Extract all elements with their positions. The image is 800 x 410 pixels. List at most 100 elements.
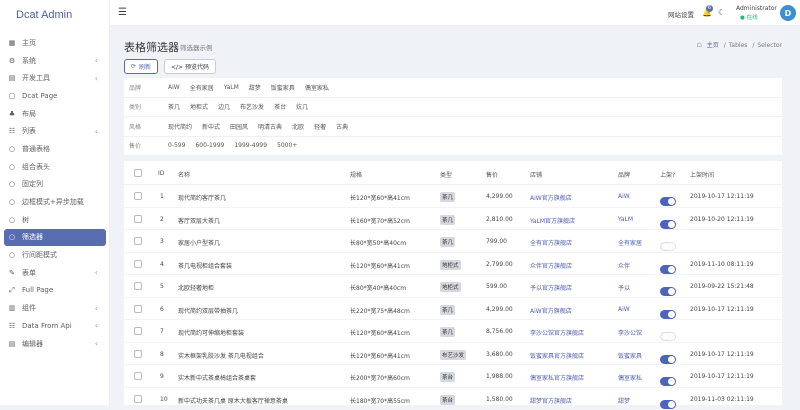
on-sale-toggle[interactable] bbox=[660, 220, 676, 229]
row-checkbox[interactable] bbox=[134, 327, 142, 335]
site-settings-link[interactable]: 网站设置 bbox=[668, 9, 694, 19]
breadcrumb-tables[interactable]: Tables bbox=[729, 42, 748, 49]
sidebar-item-9[interactable]: ○边框模式+异步加载 bbox=[0, 193, 110, 211]
col-spec: 规格 bbox=[350, 170, 362, 179]
cell-brand[interactable]: 全有家居 bbox=[618, 238, 642, 247]
cell-name: 现代简约双层带抽茶几 bbox=[178, 306, 238, 315]
cell-brand[interactable]: AiW bbox=[618, 193, 630, 200]
cell-shop[interactable]: 饭蜜家具官方旗舰店 bbox=[530, 351, 584, 360]
sidebar-item-4[interactable]: ♣布局 bbox=[0, 105, 110, 123]
sidebar-item-0[interactable]: ▦主页 bbox=[0, 34, 110, 52]
refresh-button[interactable]: ⟳刷新 bbox=[124, 59, 158, 74]
sidebar-item-6[interactable]: ○普通表格 bbox=[0, 140, 110, 158]
cell-shop[interactable]: 李沙公馆官方旗舰店 bbox=[530, 328, 584, 337]
cell-shop[interactable]: 予以官方旗舰店 bbox=[530, 283, 572, 292]
row-checkbox[interactable] bbox=[134, 215, 142, 223]
col-id[interactable]: ID bbox=[158, 170, 164, 177]
app-logo[interactable]: Dcat Admin bbox=[0, 0, 109, 30]
on-sale-toggle[interactable] bbox=[660, 310, 676, 319]
sidebar-item-2[interactable]: ▤开发工具‹ bbox=[0, 69, 110, 87]
on-sale-toggle[interactable] bbox=[660, 287, 676, 296]
filter-option[interactable]: 明清古典 bbox=[258, 122, 282, 131]
cell-brand[interactable]: YaLM bbox=[618, 216, 633, 223]
cell-brand[interactable]: 众伴 bbox=[618, 261, 630, 270]
filter-option[interactable]: 布艺沙发 bbox=[240, 102, 264, 111]
on-sale-toggle[interactable] bbox=[660, 355, 676, 364]
filter-option[interactable]: 炕几 bbox=[296, 102, 308, 111]
filter-option[interactable]: 边几 bbox=[218, 102, 230, 111]
filter-option[interactable]: 1999-4999 bbox=[234, 142, 267, 149]
filter-option[interactable]: YaLM bbox=[224, 84, 239, 91]
sidebar-item-16[interactable]: ☷Data From Api‹ bbox=[0, 317, 110, 335]
row-checkbox[interactable] bbox=[134, 260, 142, 268]
filter-option[interactable]: 全有家居 bbox=[190, 83, 214, 92]
sidebar-item-15[interactable]: ▥组件‹ bbox=[0, 299, 110, 317]
cell-brand[interactable]: 予以 bbox=[618, 283, 630, 292]
on-sale-toggle[interactable] bbox=[660, 242, 676, 251]
row-checkbox[interactable] bbox=[134, 350, 142, 358]
cell-brand[interactable]: 甜梦 bbox=[618, 396, 630, 405]
row-checkbox[interactable] bbox=[134, 372, 142, 380]
filter-option[interactable]: 古典 bbox=[336, 122, 348, 131]
cell-shop[interactable]: 众伴官方旗舰店 bbox=[530, 261, 572, 270]
sidebar-item-7[interactable]: ○组合表头 bbox=[0, 158, 110, 176]
filter-option[interactable]: 地柜式 bbox=[190, 102, 208, 111]
cell-shop[interactable]: 甜梦官方旗舰店 bbox=[530, 396, 572, 405]
filter-option[interactable]: 甜梦 bbox=[249, 83, 261, 92]
filter-label: 类别 bbox=[124, 102, 158, 111]
sidebar-item-12[interactable]: ○行间距模式 bbox=[0, 246, 110, 264]
cell-brand[interactable]: 偶室家私 bbox=[618, 373, 642, 382]
col-price[interactable]: 售价 bbox=[486, 170, 498, 179]
preview-code-button[interactable]: </> 预览代码 bbox=[164, 59, 216, 74]
cell-type-badge: 茶台 bbox=[440, 372, 455, 382]
filter-option[interactable]: 新中式 bbox=[202, 122, 220, 131]
row-checkbox[interactable] bbox=[134, 237, 142, 245]
cell-shop[interactable]: 偶室家私官方旗舰店 bbox=[530, 373, 584, 382]
cell-brand[interactable]: 饭蜜家具 bbox=[618, 351, 642, 360]
filter-option[interactable]: 现代简约 bbox=[168, 122, 192, 131]
on-sale-toggle[interactable] bbox=[660, 400, 676, 409]
sidebar-item-3[interactable]: ▢Dcat Page bbox=[0, 87, 110, 105]
filter-option[interactable]: 北欧 bbox=[292, 122, 304, 131]
filter-option[interactable]: 田园风 bbox=[230, 122, 248, 131]
avatar[interactable]: D bbox=[780, 5, 796, 21]
filter-option[interactable]: 5000+ bbox=[277, 142, 297, 149]
on-sale-toggle[interactable] bbox=[660, 332, 676, 341]
row-checkbox[interactable] bbox=[134, 282, 142, 290]
cell-shop[interactable]: AiW官方旗舰店 bbox=[530, 306, 572, 315]
user-name[interactable]: Administrator bbox=[736, 5, 777, 12]
row-checkbox[interactable] bbox=[134, 192, 142, 200]
menu-toggle-icon[interactable]: ☰ bbox=[118, 7, 127, 18]
sidebar-item-17[interactable]: ▤编辑器‹ bbox=[0, 335, 110, 353]
on-sale-toggle[interactable] bbox=[660, 197, 676, 206]
cell-id: 9 bbox=[160, 373, 164, 380]
sidebar-item-13[interactable]: ✎表单‹ bbox=[0, 264, 110, 282]
row-checkbox[interactable] bbox=[134, 395, 142, 403]
cell-brand[interactable]: 李沙公馆 bbox=[618, 328, 642, 337]
on-sale-toggle[interactable] bbox=[660, 377, 676, 386]
filter-option[interactable]: 600-1999 bbox=[195, 142, 224, 149]
filter-option[interactable]: 轻奢 bbox=[314, 122, 326, 131]
row-checkbox[interactable] bbox=[134, 305, 142, 313]
filter-option[interactable]: 饭蜜家具 bbox=[271, 83, 295, 92]
sidebar-item-14[interactable]: ⤢Full Page bbox=[0, 282, 110, 300]
filter-option[interactable]: 偶室家私 bbox=[305, 83, 329, 92]
sidebar-item-11[interactable]: ○筛选器 bbox=[4, 229, 106, 247]
dark-mode-icon[interactable]: ☾ bbox=[718, 8, 725, 17]
select-all-checkbox[interactable] bbox=[134, 169, 142, 177]
sidebar-item-5[interactable]: ☷列表‹ bbox=[0, 122, 110, 140]
filter-option[interactable]: 茶台 bbox=[274, 102, 286, 111]
sidebar-item-1[interactable]: ⚙系统‹ bbox=[0, 52, 110, 70]
cell-brand[interactable]: AiW bbox=[618, 306, 630, 313]
filter-option[interactable]: 0-599 bbox=[168, 142, 185, 149]
sidebar-item-10[interactable]: ○树 bbox=[0, 211, 110, 229]
cell-shop[interactable]: AiW官方旗舰店 bbox=[530, 193, 572, 202]
on-sale-toggle[interactable] bbox=[660, 265, 676, 274]
cell-spec: 长120*宽60*高41cm bbox=[350, 328, 410, 337]
sidebar-item-8[interactable]: ○固定列 bbox=[0, 176, 110, 194]
filter-option[interactable]: AiW bbox=[168, 84, 180, 91]
filter-option[interactable]: 茶几 bbox=[168, 102, 180, 111]
cell-shop[interactable]: 全有官方旗舰店 bbox=[530, 238, 572, 247]
cell-shop[interactable]: YaLM官方旗舰店 bbox=[530, 216, 575, 225]
breadcrumb-home[interactable]: 主页 bbox=[707, 42, 719, 49]
